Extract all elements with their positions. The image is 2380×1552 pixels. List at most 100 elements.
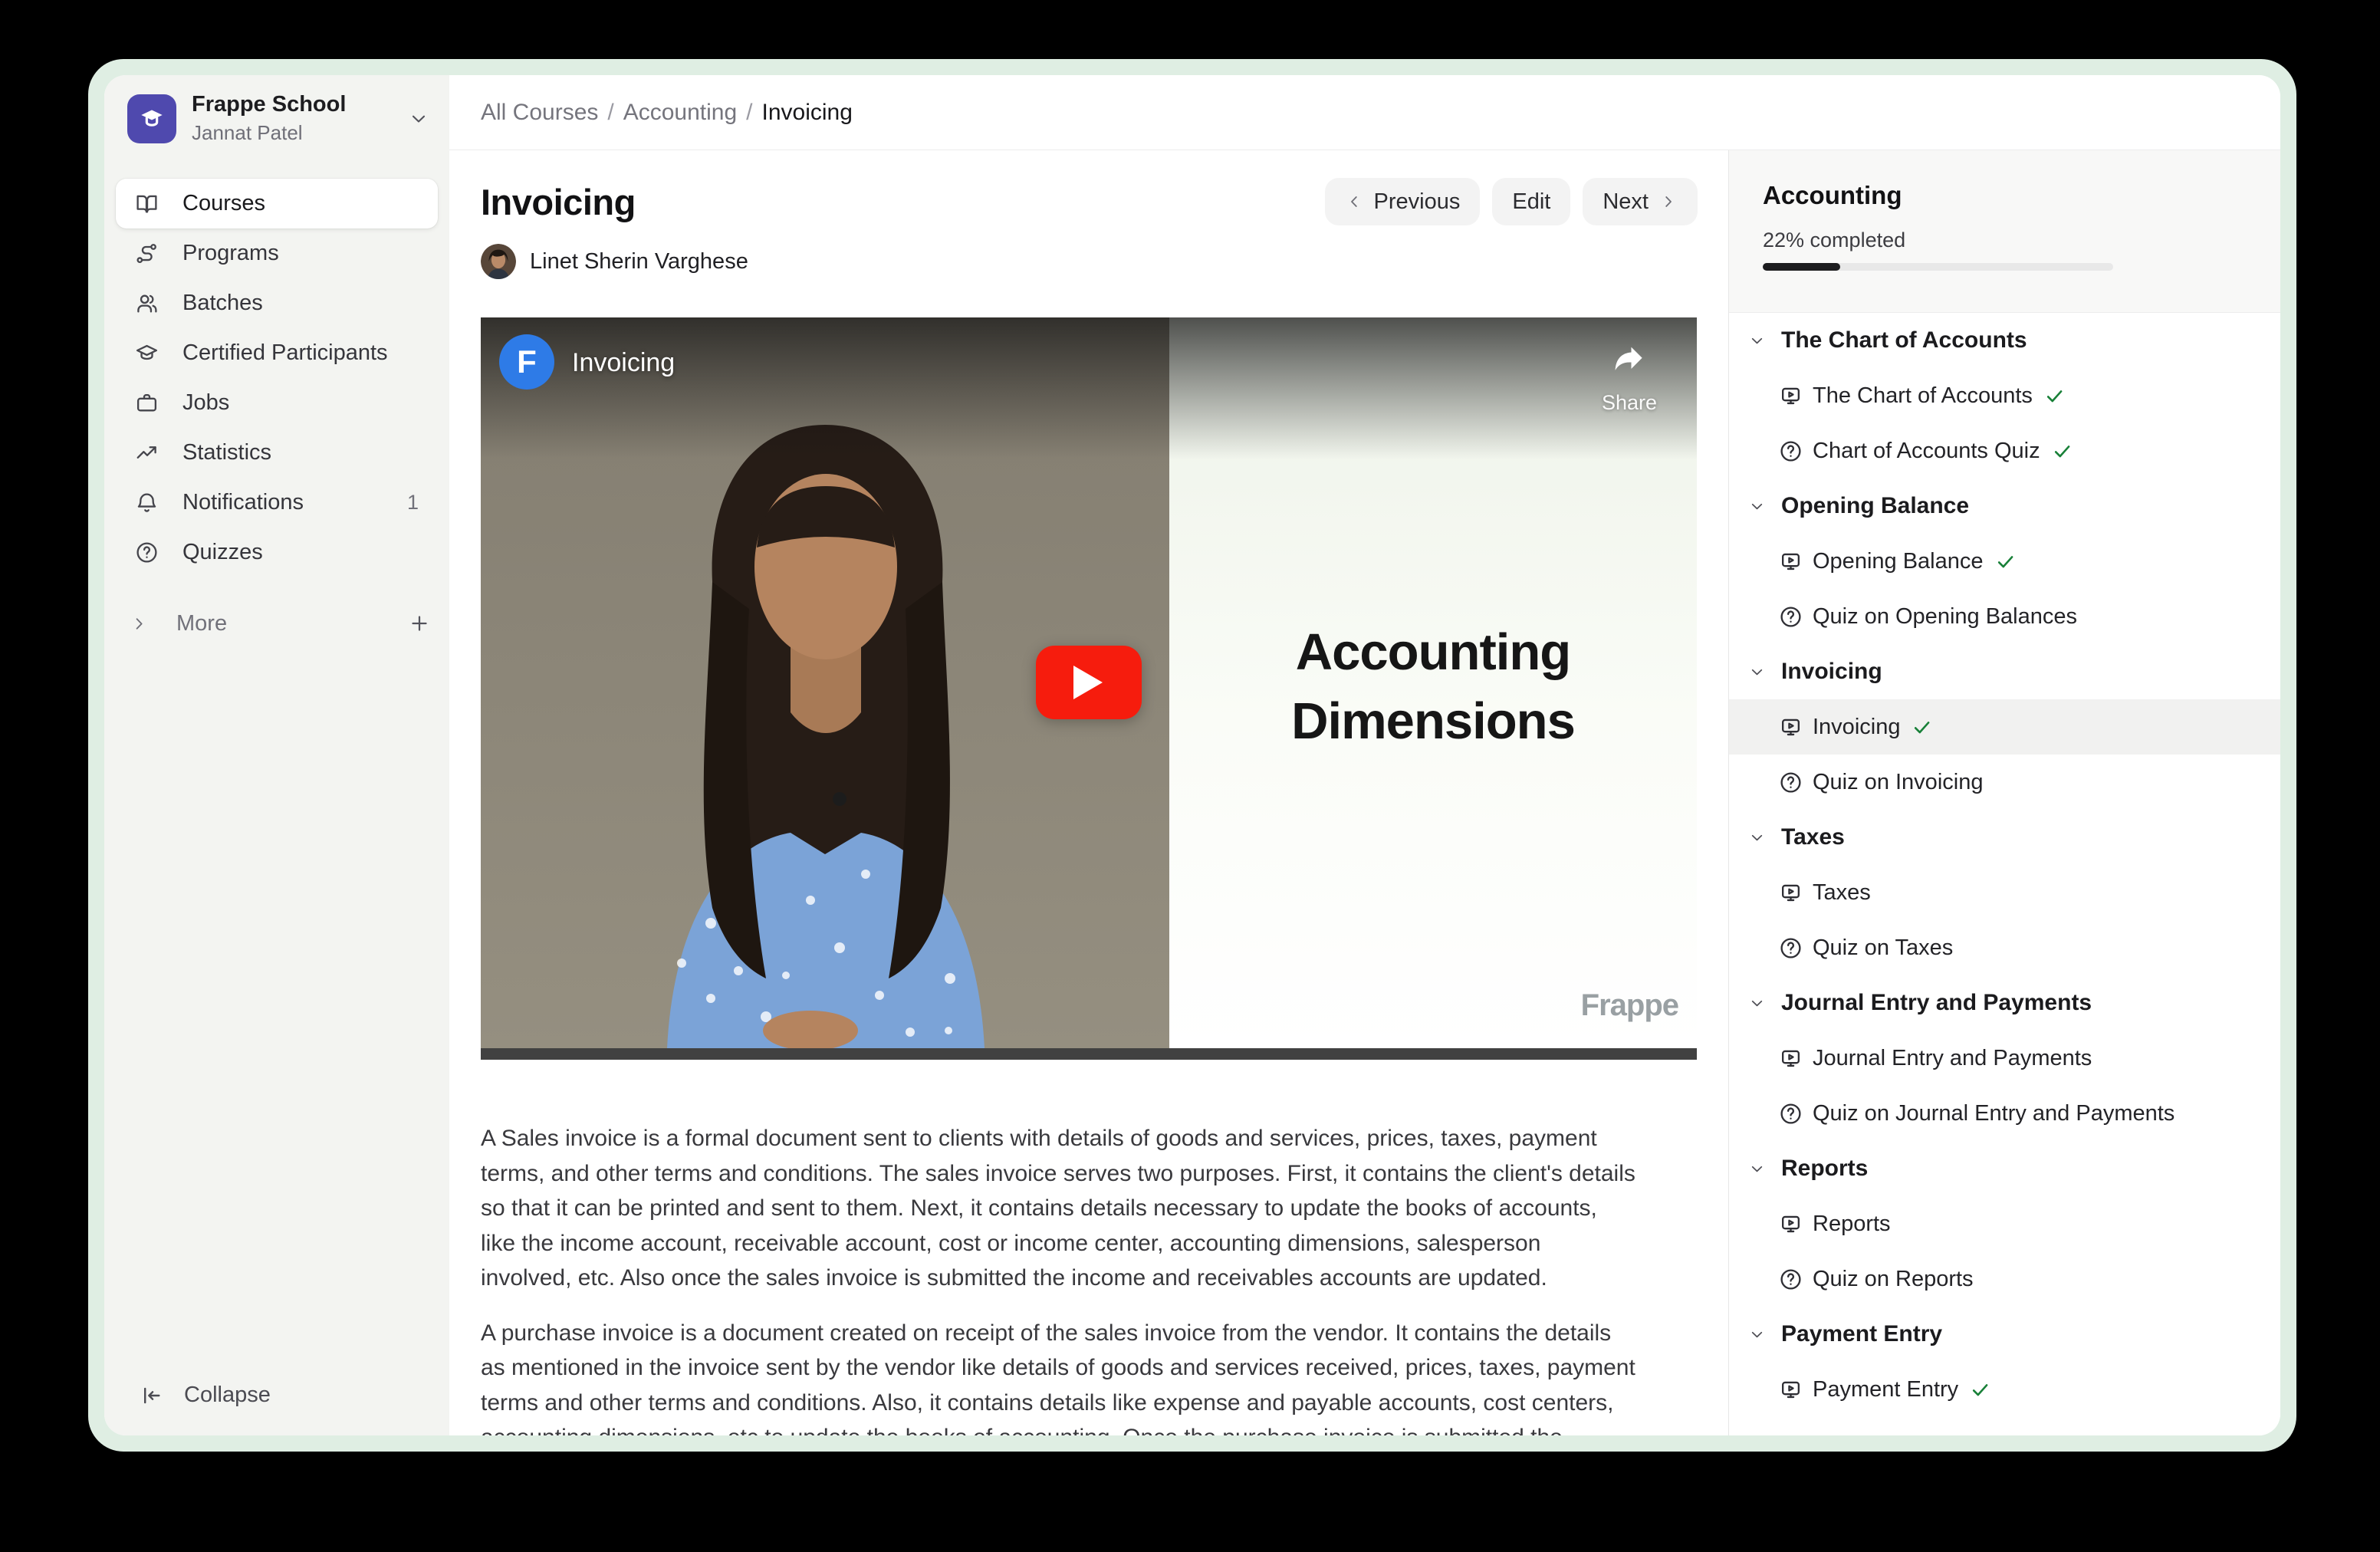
outline-section-reports[interactable]: Reports [1729, 1141, 2280, 1196]
outline-item-opening-balance[interactable]: Opening Balance [1729, 534, 2280, 589]
next-button[interactable]: Next [1583, 178, 1698, 225]
sidebar-item-statistics[interactable]: Statistics [116, 428, 438, 478]
graduation-cap-logo-icon [136, 104, 167, 134]
workspace-switcher[interactable]: Frappe School Jannat Patel [104, 75, 449, 145]
sidebar-item-jobs[interactable]: Jobs [116, 378, 438, 428]
outline-section-opening-balance[interactable]: Opening Balance [1729, 478, 2280, 534]
collapse-label: Collapse [184, 1383, 271, 1408]
page-title: Invoicing [481, 181, 1313, 223]
outline-item-journal-entry-and-payments[interactable]: Journal Entry and Payments [1729, 1031, 2280, 1086]
sidebar-item-label: Courses [182, 191, 265, 216]
outline-item-label: Quiz on Reports [1813, 1267, 1974, 1292]
outline-section-title: Taxes [1781, 824, 1845, 850]
sidebar-item-batches[interactable]: Batches [116, 278, 438, 328]
share-button[interactable]: Share [1602, 340, 1657, 415]
breadcrumb-all-courses[interactable]: All Courses [481, 100, 598, 126]
quiz-icon [1779, 439, 1803, 463]
outline-section-the-chart-of-accounts[interactable]: The Chart of Accounts [1729, 313, 2280, 368]
play-button[interactable] [1036, 646, 1142, 719]
quiz-icon [1779, 1102, 1803, 1126]
breadcrumb-accounting[interactable]: Accounting [623, 100, 737, 126]
progress-fill [1763, 263, 1840, 271]
outline-item-label: Chart of Accounts Quiz [1813, 439, 2040, 464]
channel-avatar[interactable]: F [499, 334, 554, 390]
outline-item-label: The Chart of Accounts [1813, 383, 2033, 409]
lesson-paragraph: A Sales invoice is a formal document sen… [481, 1121, 1637, 1296]
share-label: Share [1602, 391, 1657, 415]
chevron-left-icon [1345, 192, 1363, 211]
outline-item-quiz-on-invoicing[interactable]: Quiz on Invoicing [1729, 755, 2280, 810]
breadcrumb-current: Invoicing [762, 100, 853, 126]
frappe-watermark: Frappe [1581, 988, 1678, 1023]
outline-item-payment-entry[interactable]: Payment Entry [1729, 1362, 2280, 1417]
outline-item-label: Journal Entry and Payments [1813, 1046, 2092, 1071]
edit-button[interactable]: Edit [1492, 178, 1570, 225]
sidebar-item-more[interactable]: More [130, 599, 431, 648]
outline-section-taxes[interactable]: Taxes [1729, 810, 2280, 865]
breadcrumb-separator: / [746, 100, 752, 126]
sidebar-item-courses[interactable]: Courses [116, 179, 438, 229]
sidebar-item-certified-participants[interactable]: Certified Participants [116, 328, 438, 378]
progress-bar [1763, 263, 2113, 271]
lesson-video-icon [1779, 384, 1803, 408]
course-title: Accounting [1763, 181, 2247, 210]
collapse-sidebar-button[interactable]: Collapse [140, 1383, 271, 1408]
outline-section-title: Opening Balance [1781, 493, 1969, 519]
plus-icon[interactable] [408, 612, 431, 635]
outline-item-label: Quiz on Opening Balances [1813, 604, 2077, 630]
outline-section-invoicing[interactable]: Invoicing [1729, 644, 2280, 699]
outline-item-quiz-on-journal-entry-and-payments[interactable]: Quiz on Journal Entry and Payments [1729, 1086, 2280, 1141]
quiz-icon [1779, 771, 1803, 794]
chevron-down-icon [1748, 1160, 1766, 1178]
chevron-down-icon [1748, 332, 1766, 350]
outline-item-quiz-on-opening-balances[interactable]: Quiz on Opening Balances [1729, 589, 2280, 644]
outline-item-label: Payment Entry [1813, 1377, 1958, 1402]
previous-button[interactable]: Previous [1325, 178, 1481, 225]
outline-section-payment-entry[interactable]: Payment Entry [1729, 1307, 2280, 1362]
author-row: Linet Sherin Varghese [481, 244, 1698, 279]
chevron-down-icon [1748, 663, 1766, 681]
sidebar-item-quizzes[interactable]: Quizzes [116, 528, 438, 577]
video-bottom-bar [481, 1048, 1697, 1060]
app-window: Frappe School Jannat Patel Courses Progra… [88, 59, 2296, 1452]
help-circle-icon [135, 541, 159, 564]
chevron-down-icon [1748, 1326, 1766, 1343]
workspace-title: Frappe School [192, 92, 408, 117]
outline-section-title: Reports [1781, 1156, 1868, 1182]
outline-item-quiz-on-reports[interactable]: Quiz on Reports [1729, 1251, 2280, 1307]
lesson-video-icon [1779, 715, 1803, 739]
outline-item-reports[interactable]: Reports [1729, 1196, 2280, 1251]
outline-item-taxes[interactable]: Taxes [1729, 865, 2280, 920]
lesson-paragraph: A purchase invoice is a document created… [481, 1316, 1637, 1436]
video-title-overlay[interactable]: Invoicing [572, 348, 675, 378]
collapse-icon [140, 1383, 164, 1408]
share-icon [1612, 340, 1647, 376]
video-top-gradient [481, 317, 1697, 459]
chevron-down-icon [1748, 829, 1766, 847]
outline-item-chart-of-accounts-quiz[interactable]: Chart of Accounts Quiz [1729, 423, 2280, 478]
outline-item-invoicing[interactable]: Invoicing [1729, 699, 2280, 755]
quiz-icon [1779, 936, 1803, 960]
outline-item-label: Opening Balance [1813, 549, 1984, 574]
outline-section-title: Invoicing [1781, 659, 1882, 685]
outline-section-title: The Chart of Accounts [1781, 327, 2027, 353]
outline-item-label: Quiz on Journal Entry and Payments [1813, 1101, 2175, 1126]
sidebar-item-notifications[interactable]: Notifications1 [116, 478, 438, 528]
outline-section-journal-entry-and-payments[interactable]: Journal Entry and Payments [1729, 975, 2280, 1031]
video-player[interactable]: Accounting Dimensions F Invoicing [481, 317, 1697, 1060]
chevron-down-icon [1748, 498, 1766, 515]
sidebar-item-label: Programs [182, 241, 279, 266]
outline-section-title: Payment Entry [1781, 1321, 1942, 1347]
outline-item-quiz-on-taxes[interactable]: Quiz on Taxes [1729, 920, 2280, 975]
sidebar-item-label: Quizzes [182, 540, 263, 565]
check-icon [1995, 551, 2016, 572]
sidebar-item-programs[interactable]: Programs [116, 229, 438, 278]
outline-item-the-chart-of-accounts[interactable]: The Chart of Accounts [1729, 368, 2280, 423]
route-icon [135, 242, 159, 265]
chevron-down-icon[interactable] [408, 108, 429, 130]
check-icon [2052, 441, 2073, 462]
sidebar-item-label: Certified Participants [182, 340, 388, 366]
briefcase-icon [135, 391, 159, 415]
frappe-school-logo [127, 94, 176, 143]
quiz-icon [1779, 605, 1803, 629]
